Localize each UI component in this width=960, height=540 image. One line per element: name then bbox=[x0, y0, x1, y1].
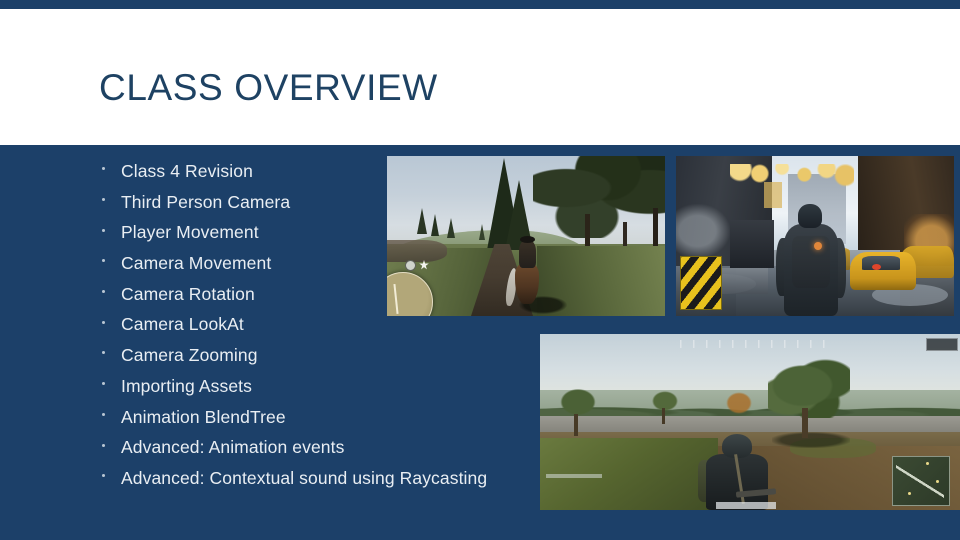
screenshot-open-field-battle-royale bbox=[540, 334, 960, 510]
compass-strip bbox=[680, 340, 834, 348]
list-item-label: Camera Movement bbox=[121, 253, 272, 274]
title-band: CLASS OVERVIEW bbox=[0, 9, 960, 145]
bullet-dot-icon bbox=[102, 259, 105, 263]
screenshot-horse-riding-forest-trail bbox=[387, 156, 665, 316]
list-item: Advanced: Contextual sound using Raycast… bbox=[99, 463, 529, 494]
bullet-dot-icon bbox=[102, 320, 105, 324]
taxi-windshield bbox=[862, 256, 900, 270]
pine-tree bbox=[417, 208, 427, 234]
bullet-dot-icon bbox=[102, 198, 105, 202]
rider-hat bbox=[520, 236, 535, 243]
bullet-dot-icon bbox=[102, 474, 105, 478]
list-item-label: Animation BlendTree bbox=[121, 406, 286, 427]
autumn-tree bbox=[726, 392, 752, 414]
list-item-label: Player Movement bbox=[121, 222, 259, 243]
bullet-dot-icon bbox=[102, 351, 105, 355]
list-item: Advanced: Animation events bbox=[99, 432, 529, 463]
agent-head bbox=[798, 204, 822, 228]
minimap-marker bbox=[908, 492, 911, 495]
kill-feed bbox=[546, 474, 602, 478]
screenshot-snowy-city-street bbox=[676, 156, 954, 316]
pine-tree bbox=[447, 218, 455, 238]
pine-tree bbox=[431, 214, 439, 236]
list-item: Camera Zooming bbox=[99, 340, 529, 371]
tree-trunk-left bbox=[574, 414, 578, 436]
list-item-label: Advanced: Animation events bbox=[121, 437, 345, 458]
hud-circle-icon bbox=[405, 260, 416, 271]
top-accent-bar bbox=[0, 0, 960, 9]
agent-watch-glow-icon bbox=[814, 242, 822, 250]
list-item-label: Class 4 Revision bbox=[121, 161, 253, 181]
taxi-tail-light bbox=[872, 264, 881, 270]
minimap-marker bbox=[926, 462, 929, 465]
players-alive-counter bbox=[926, 338, 958, 351]
list-item-label: Camera Zooming bbox=[121, 345, 258, 366]
street-barrier bbox=[720, 268, 768, 294]
list-item-label: Camera Rotation bbox=[121, 283, 255, 304]
agent-backpack bbox=[792, 236, 830, 288]
smoke-plume bbox=[676, 204, 730, 258]
bullet-dot-icon bbox=[102, 443, 105, 447]
list-item-label: Importing Assets bbox=[121, 375, 252, 396]
rider bbox=[519, 240, 536, 268]
list-item-label: Advanced: Contextual sound using Raycast… bbox=[121, 467, 488, 488]
bullet-dot-icon bbox=[102, 412, 105, 416]
bullet-dot-icon bbox=[102, 382, 105, 386]
tree-trunk-mid bbox=[662, 408, 665, 424]
tree-canopy-main bbox=[768, 356, 850, 418]
hanging-banner bbox=[764, 182, 782, 208]
minimap-marker bbox=[936, 480, 939, 483]
tree-canopy bbox=[533, 156, 665, 238]
pine-tree bbox=[479, 224, 485, 240]
string-lights bbox=[730, 164, 854, 192]
rock-outcrop bbox=[387, 240, 447, 262]
bullet-dot-icon bbox=[102, 167, 105, 171]
chevron-warning-sign bbox=[680, 256, 722, 310]
bullet-dot-icon bbox=[102, 228, 105, 232]
list-item: Importing Assets bbox=[99, 371, 529, 402]
tree-canopy-mid bbox=[648, 388, 682, 414]
bullet-dot-icon bbox=[102, 290, 105, 294]
list-item: Animation BlendTree bbox=[99, 402, 529, 433]
tree-canopy-left bbox=[554, 384, 602, 420]
list-item-label: Third Person Camera bbox=[121, 191, 291, 212]
horse bbox=[515, 262, 539, 304]
tree-shadow bbox=[772, 432, 850, 448]
slide: CLASS OVERVIEW Class 4 Revision Third Pe… bbox=[0, 0, 960, 540]
ammo-indicator bbox=[716, 502, 776, 509]
page-title: CLASS OVERVIEW bbox=[99, 67, 438, 108]
abandoned-truck bbox=[730, 220, 774, 268]
tree-trunk-main bbox=[802, 408, 808, 438]
list-item-label: Camera LookAt bbox=[121, 314, 244, 335]
